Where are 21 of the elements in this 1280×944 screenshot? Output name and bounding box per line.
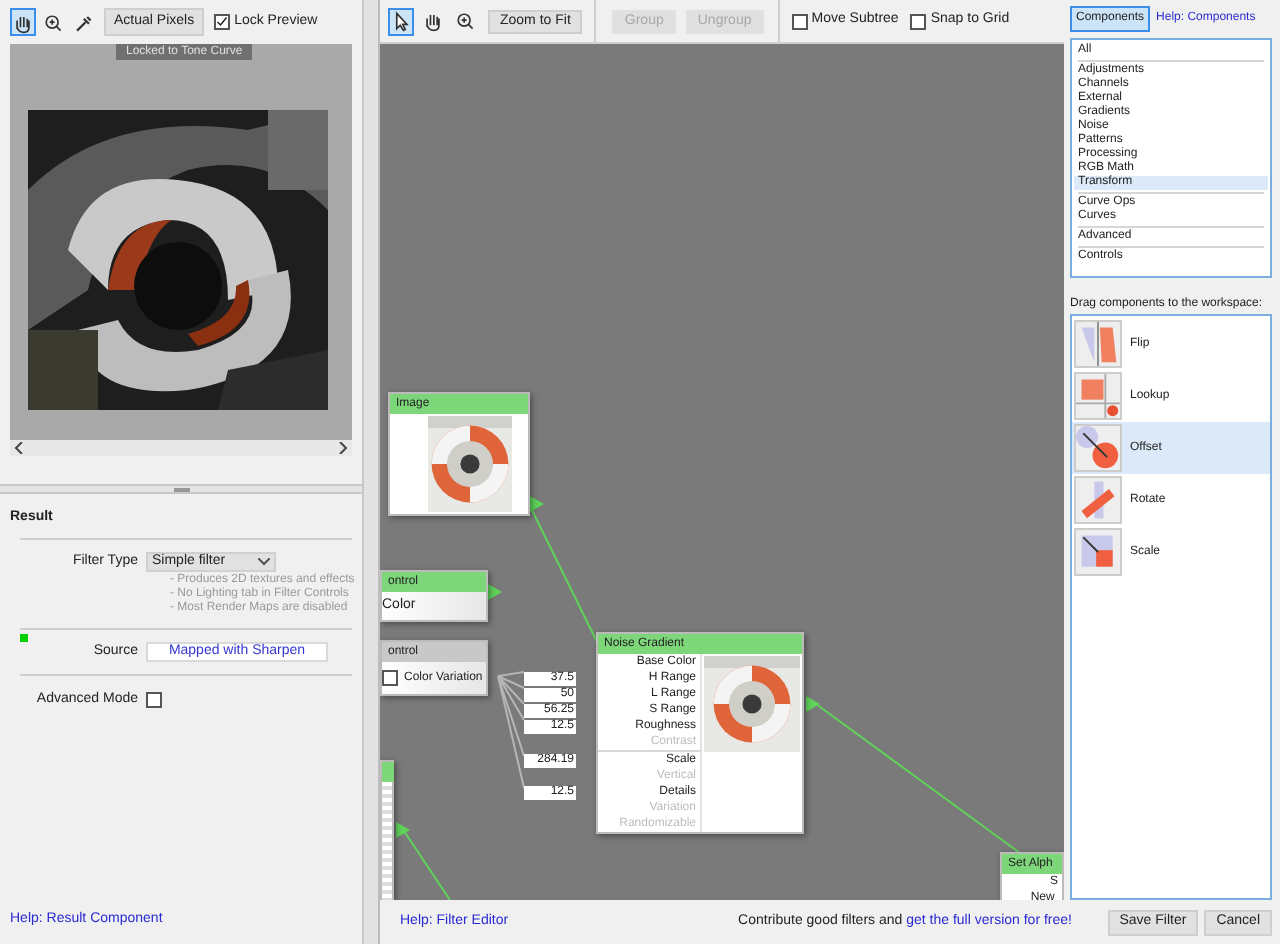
hand-tool-button[interactable] (10, 8, 36, 36)
checkbox[interactable] (910, 13, 927, 29)
scroll-left-icon (14, 442, 24, 454)
node-canvas[interactable] (380, 44, 1064, 900)
connector-line (497, 671, 525, 789)
checkbox[interactable] (214, 14, 231, 30)
tilted-bar-icon (1074, 476, 1122, 524)
node-card[interactable] (380, 760, 394, 900)
horizontal-scrollbar[interactable] (10, 440, 352, 456)
zoom-tool-button[interactable] (452, 7, 478, 35)
checkbox[interactable] (382, 670, 398, 686)
chevron-down-icon (258, 558, 270, 567)
squares-icon (1074, 528, 1122, 576)
connector-line (401, 827, 451, 900)
square-icon (1074, 372, 1122, 420)
scroll-right-icon (338, 442, 348, 454)
pointer-tool-button[interactable] (388, 7, 414, 35)
triangles-icon (1074, 320, 1122, 368)
checkbox[interactable] (146, 692, 162, 709)
circles-icon (1074, 424, 1122, 472)
checkbox[interactable] (791, 13, 808, 29)
